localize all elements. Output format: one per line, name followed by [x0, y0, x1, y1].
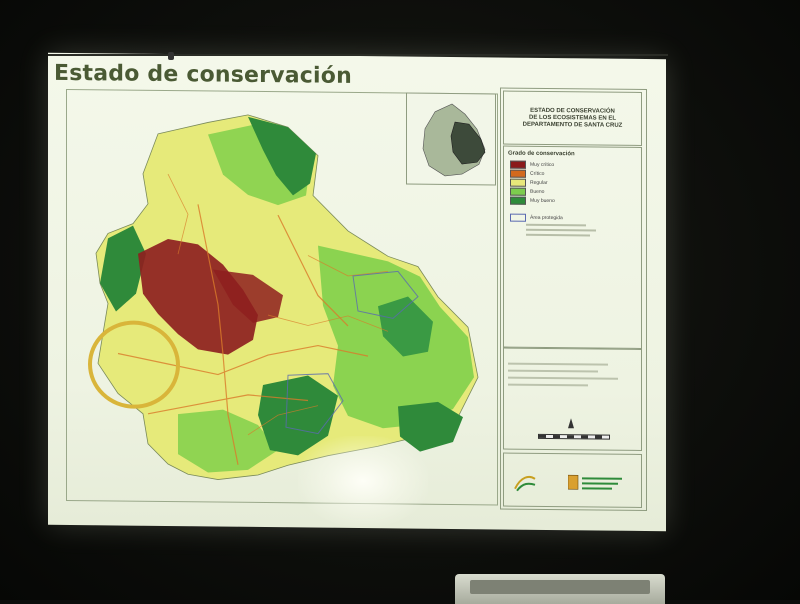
legend-label: Crítico [530, 170, 545, 177]
inset-map-svg [422, 103, 486, 177]
legend-swatch [510, 196, 526, 205]
sponsor-logo-left [513, 473, 537, 493]
legend-item-protected-area: Área protegida [510, 213, 563, 222]
highlight-circle [88, 320, 180, 410]
legend-item-muy-critico: Muy crítico [510, 160, 555, 169]
north-arrow-icon [568, 418, 574, 429]
legend-label: Área protegida [530, 214, 563, 221]
legend-swatch [510, 160, 526, 169]
projection-screen: Estado de conservación ESTADO DE CONSERV [48, 52, 666, 532]
legend-item-bueno: Bueno [510, 187, 545, 196]
legend-label: Bueno [530, 188, 545, 195]
screen-top-edge [48, 54, 668, 56]
inset-map [406, 92, 496, 186]
legend-swatch [510, 178, 526, 187]
legend-label: Muy bueno [530, 197, 555, 204]
map-title-line-3: DEPARTAMENTO DE SANTA CRUZ [522, 121, 623, 129]
legend-item-regular: Regular [510, 178, 548, 187]
legend-label: Regular [530, 179, 548, 186]
legend-swatch [510, 169, 526, 178]
legend-item-muy-bueno: Muy bueno [510, 196, 555, 205]
legend-swatch-outline [510, 213, 526, 222]
map-title-box: ESTADO DE CONSERVACIÓN DE LOS ECOSISTEMA… [503, 90, 642, 146]
legend-label: Muy crítico [530, 161, 555, 168]
legend-heading: Grado de conservación [508, 150, 575, 158]
sponsor-logo-left-svg [514, 476, 536, 492]
sponsor-logo-right [567, 473, 622, 493]
scale-bar [538, 433, 610, 440]
screen-mount-icon [168, 52, 174, 60]
podium-panel [470, 580, 650, 594]
legend-item-critico: Crítico [510, 169, 545, 178]
sponsor-logo-right-svg [567, 474, 622, 490]
legend-swatch [510, 187, 526, 196]
